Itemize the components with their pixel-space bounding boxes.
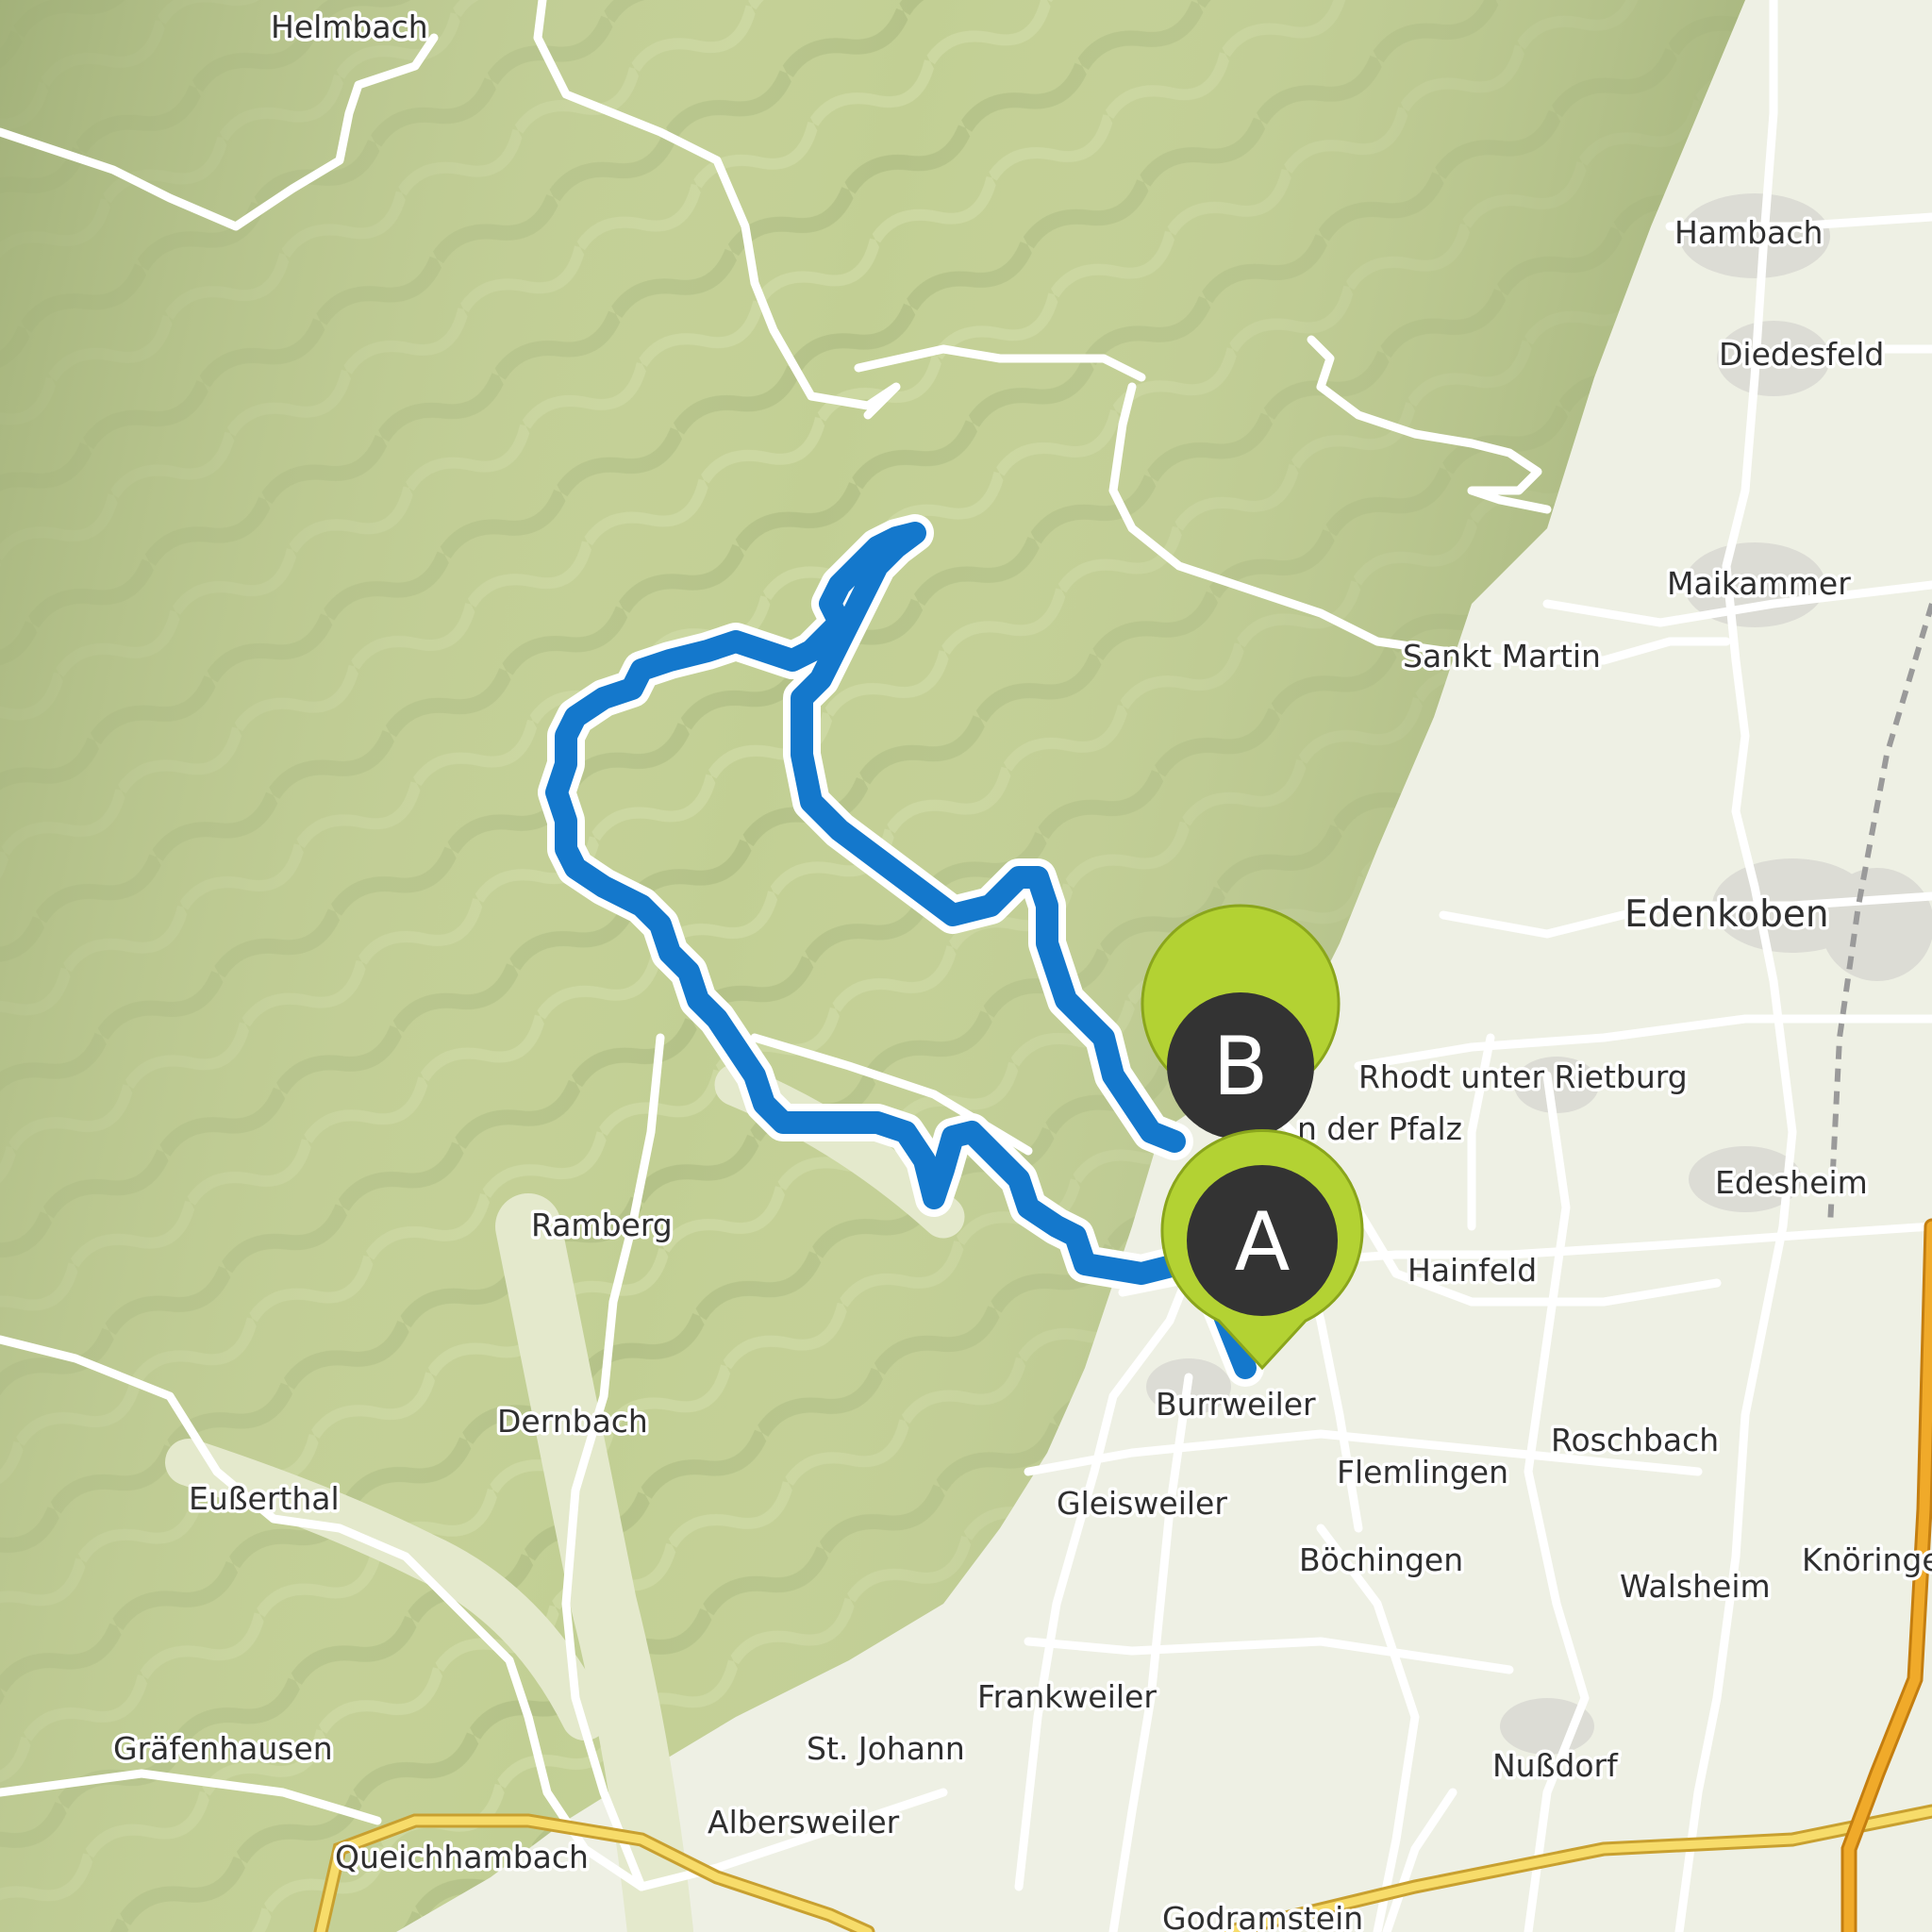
place-label-graefenhausen: Gräfenhausen [113,1730,333,1767]
end-marker-letter: B [1213,1020,1269,1114]
place-label-edesheim: Edesheim [1715,1164,1868,1201]
place-label-diedesfeld: Diedesfeld [1719,336,1884,373]
place-label-maikammer: Maikammer [1667,565,1851,602]
place-label-knoeringen: Knöringe [1802,1541,1932,1578]
map-layers: Helmbach Hambach Diedesfeld Maikammer Sa… [0,0,1932,1932]
place-label-nussdorf: Nußdorf [1492,1747,1619,1784]
place-label-flemlingen: Flemlingen [1337,1454,1508,1491]
place-label-frankweiler: Frankweiler [977,1678,1157,1715]
place-label-burrweiler: Burrweiler [1156,1386,1316,1423]
place-label-rhodt: Rhodt unter Rietburg [1358,1058,1688,1095]
place-label-hainfeld: Hainfeld [1407,1252,1537,1289]
place-label-godramstein: Godramstein [1162,1900,1363,1932]
place-label-sankt-martin: Sankt Martin [1403,638,1601,675]
place-label-weyher: n der Pfalz [1297,1110,1462,1147]
place-label-st-johann: St. Johann [807,1730,965,1767]
place-label-edenkoben: Edenkoben [1624,893,1829,936]
place-label-eusserthal: Eußerthal [189,1480,340,1517]
place-label-ramberg: Ramberg [531,1207,673,1243]
place-label-dernbach: Dernbach [497,1403,648,1440]
place-label-helmbach: Helmbach [271,8,428,45]
place-label-roschbach: Roschbach [1551,1422,1719,1458]
map-canvas[interactable]: Helmbach Hambach Diedesfeld Maikammer Sa… [0,0,1932,1932]
place-label-queichhambach: Queichhambach [335,1839,589,1875]
place-label-walsheim: Walsheim [1620,1568,1771,1605]
place-label-gleisweiler: Gleisweiler [1057,1485,1227,1522]
start-marker-letter: A [1235,1195,1291,1290]
place-label-albersweiler: Albersweiler [708,1804,900,1840]
place-label-hambach: Hambach [1674,214,1823,251]
place-label-boechingen: Böchingen [1299,1541,1463,1578]
